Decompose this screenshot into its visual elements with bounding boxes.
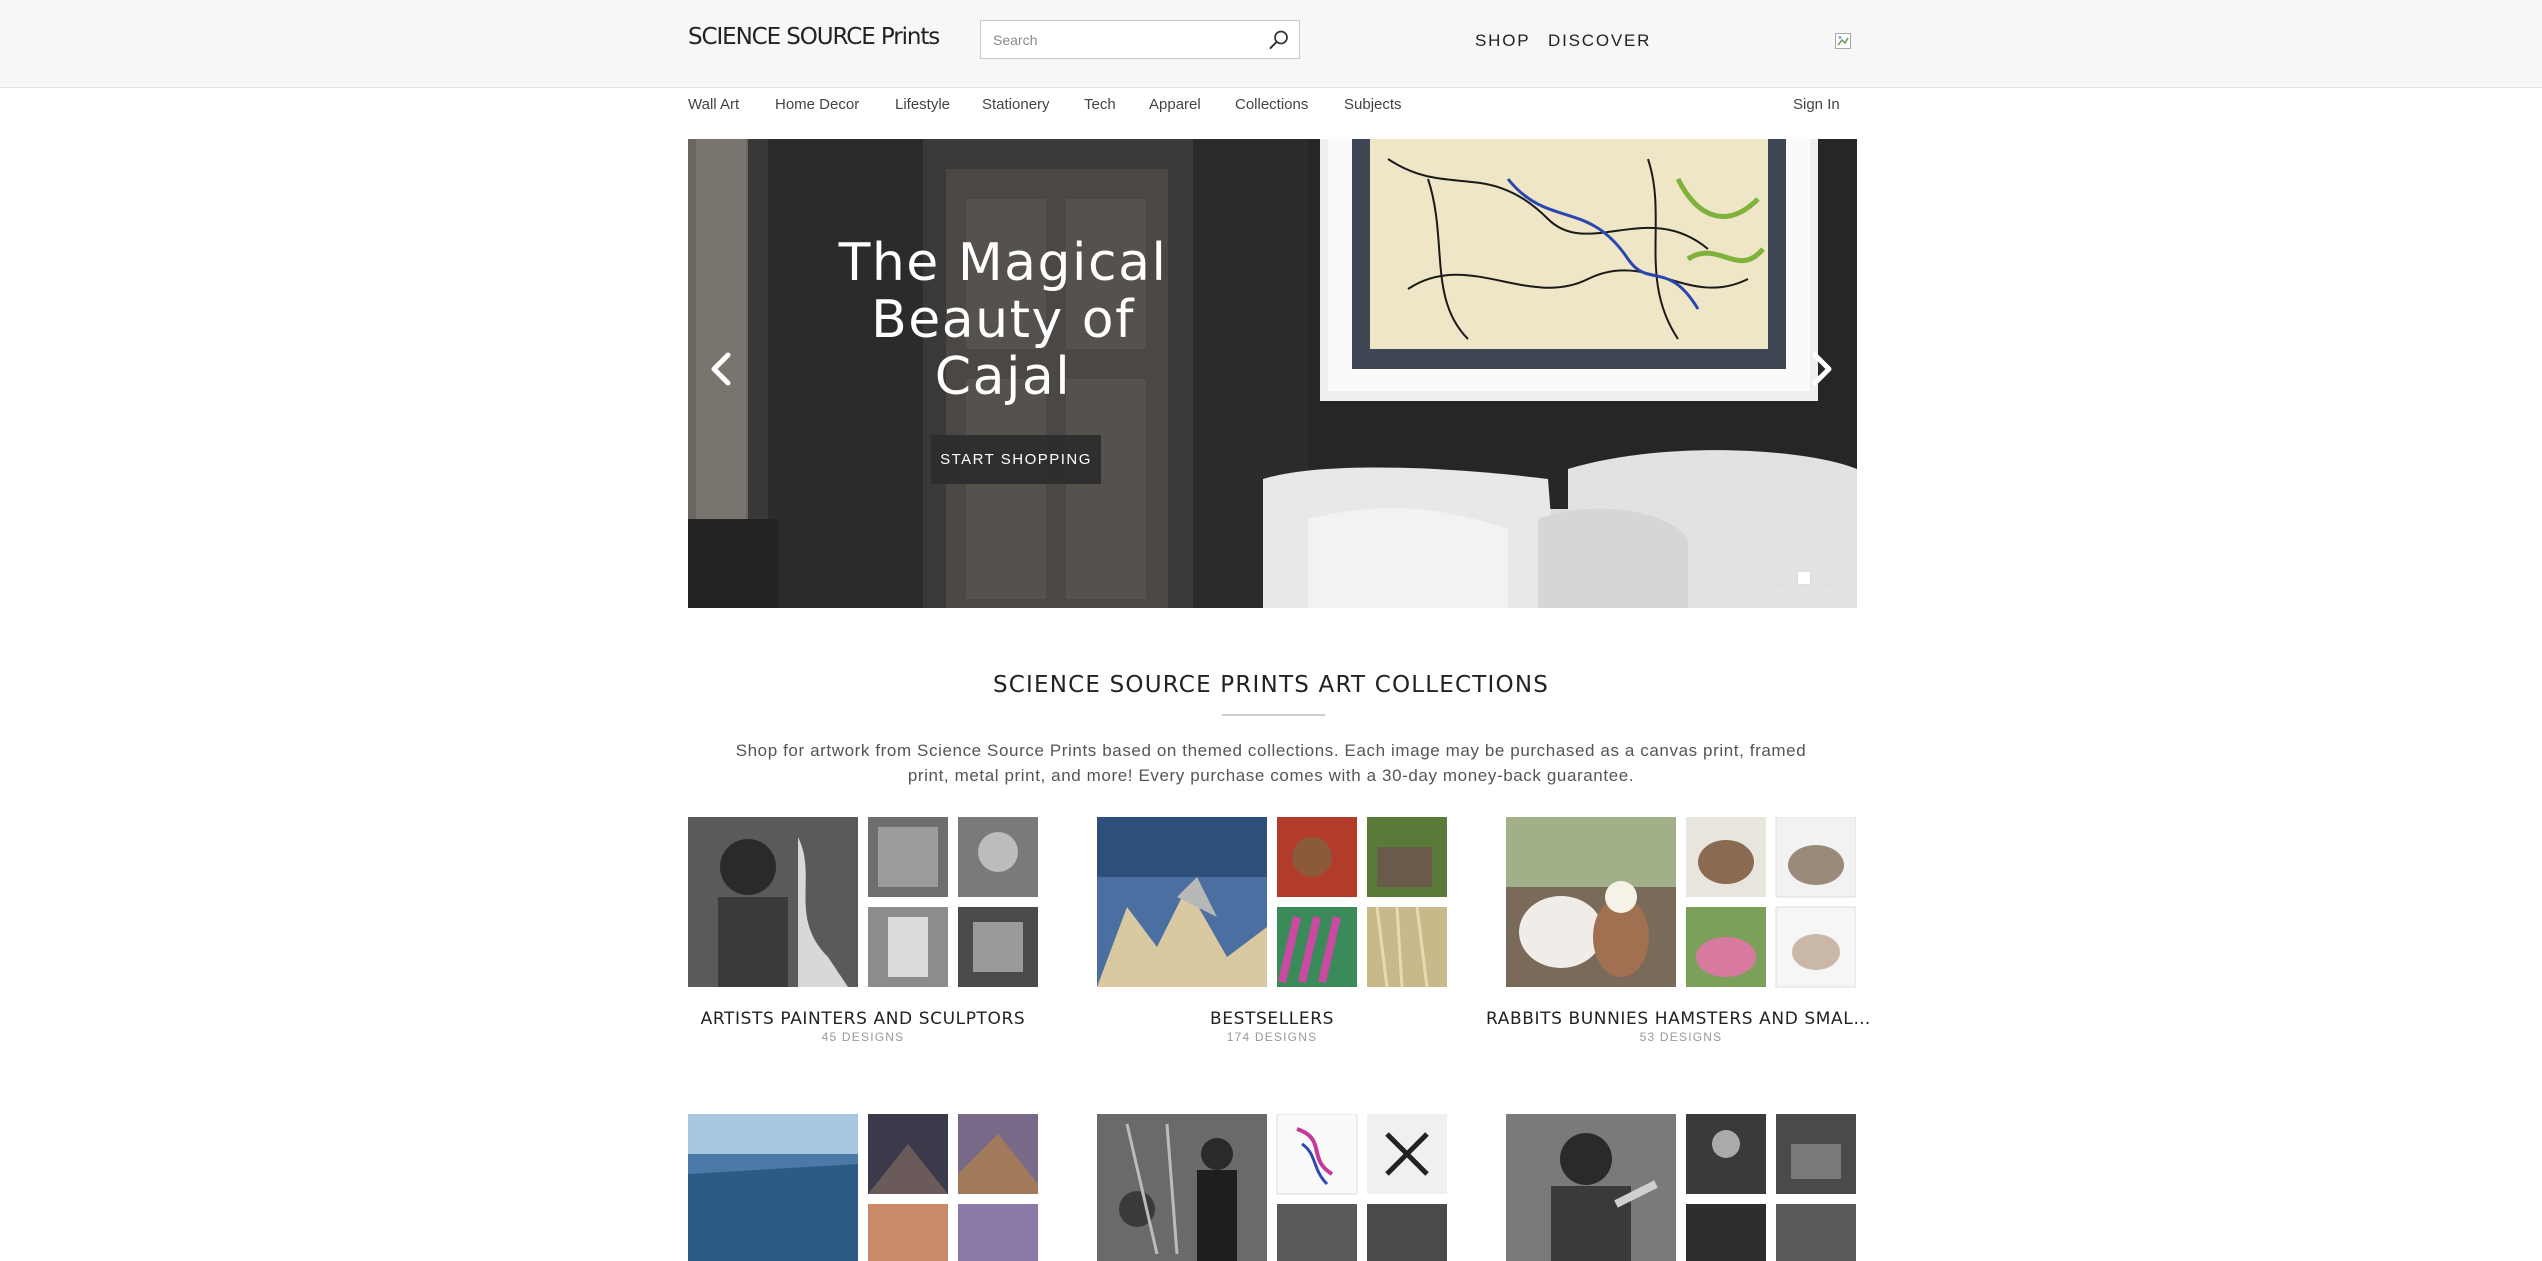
collection-count: 174 DESIGNS bbox=[1226, 1030, 1318, 1044]
collection-name[interactable]: ARTISTS PAINTERS AND SCULPTORS bbox=[668, 1009, 1058, 1029]
collection-name[interactable]: BESTSELLERS bbox=[1077, 1009, 1467, 1029]
category-collections[interactable]: Collections bbox=[1235, 96, 1308, 113]
collection-count: 45 DESIGNS bbox=[821, 1030, 905, 1044]
category-subjects[interactable]: Subjects bbox=[1344, 96, 1402, 113]
category-lifestyle[interactable]: Lifestyle bbox=[895, 96, 950, 113]
section-title: SCIENCE SOURCE PRINTS ART COLLECTIONS bbox=[992, 672, 1550, 698]
collection-thumbnail bbox=[688, 817, 1038, 987]
collection-thumbnail bbox=[1097, 1114, 1447, 1261]
collection-thumbnail bbox=[1097, 817, 1447, 988]
sign-in-link[interactable]: Sign In bbox=[1793, 96, 1840, 113]
category-apparel[interactable]: Apparel bbox=[1149, 96, 1201, 113]
category-wall-art[interactable]: Wall Art bbox=[688, 96, 739, 113]
collection-landscapes[interactable] bbox=[688, 1114, 1038, 1261]
collection-bestsellers[interactable]: BESTSELLERS 174 DESIGNS bbox=[1097, 817, 1447, 1044]
collection-thumbnail bbox=[688, 1114, 1038, 1261]
carousel-dot-2[interactable] bbox=[1797, 571, 1811, 585]
nav-discover[interactable]: DISCOVER bbox=[1548, 31, 1651, 51]
collection-thumbnail bbox=[1506, 817, 1856, 988]
collection-artists[interactable]: ARTISTS PAINTERS AND SCULPTORS 45 DESIGN… bbox=[688, 817, 1038, 1044]
search-icon[interactable] bbox=[1267, 28, 1291, 52]
collection-scientists[interactable] bbox=[1097, 1114, 1447, 1261]
collection-jazz[interactable] bbox=[1506, 1114, 1856, 1261]
nav-shop[interactable]: SHOP bbox=[1475, 31, 1530, 51]
collection-count: 53 DESIGNS bbox=[1639, 1030, 1723, 1044]
carousel-dot-1[interactable] bbox=[1773, 571, 1787, 585]
cart-icon[interactable] bbox=[1834, 32, 1852, 50]
collection-name[interactable]: RABBITS BUNNIES HAMSTERS AND SMALL PETS bbox=[1486, 1009, 1876, 1029]
chevron-left-icon[interactable] bbox=[704, 347, 738, 391]
site-logo[interactable]: SCIENCE SOURCE Prints bbox=[688, 24, 940, 50]
category-tech[interactable]: Tech bbox=[1084, 96, 1116, 113]
hero-title: The Magical Beauty of Cajal bbox=[838, 233, 1168, 407]
hero-carousel: The Magical Beauty of Cajal START SHOPPI… bbox=[688, 139, 1857, 608]
start-shopping-button[interactable]: START SHOPPING bbox=[931, 435, 1101, 484]
category-stationery[interactable]: Stationery bbox=[982, 96, 1050, 113]
collection-thumbnail bbox=[1506, 1114, 1856, 1261]
category-home-decor[interactable]: Home Decor bbox=[775, 96, 859, 113]
search-box bbox=[980, 20, 1300, 59]
section-description: Shop for artwork from Science Source Pri… bbox=[735, 741, 1807, 785]
collection-rabbits[interactable]: RABBITS BUNNIES HAMSTERS AND SMALL PETS … bbox=[1486, 817, 1876, 1044]
search-input[interactable] bbox=[981, 21, 1275, 58]
carousel-dot-3[interactable] bbox=[1821, 571, 1835, 585]
section-divider bbox=[1222, 714, 1325, 716]
chevron-right-icon[interactable] bbox=[1805, 347, 1839, 391]
